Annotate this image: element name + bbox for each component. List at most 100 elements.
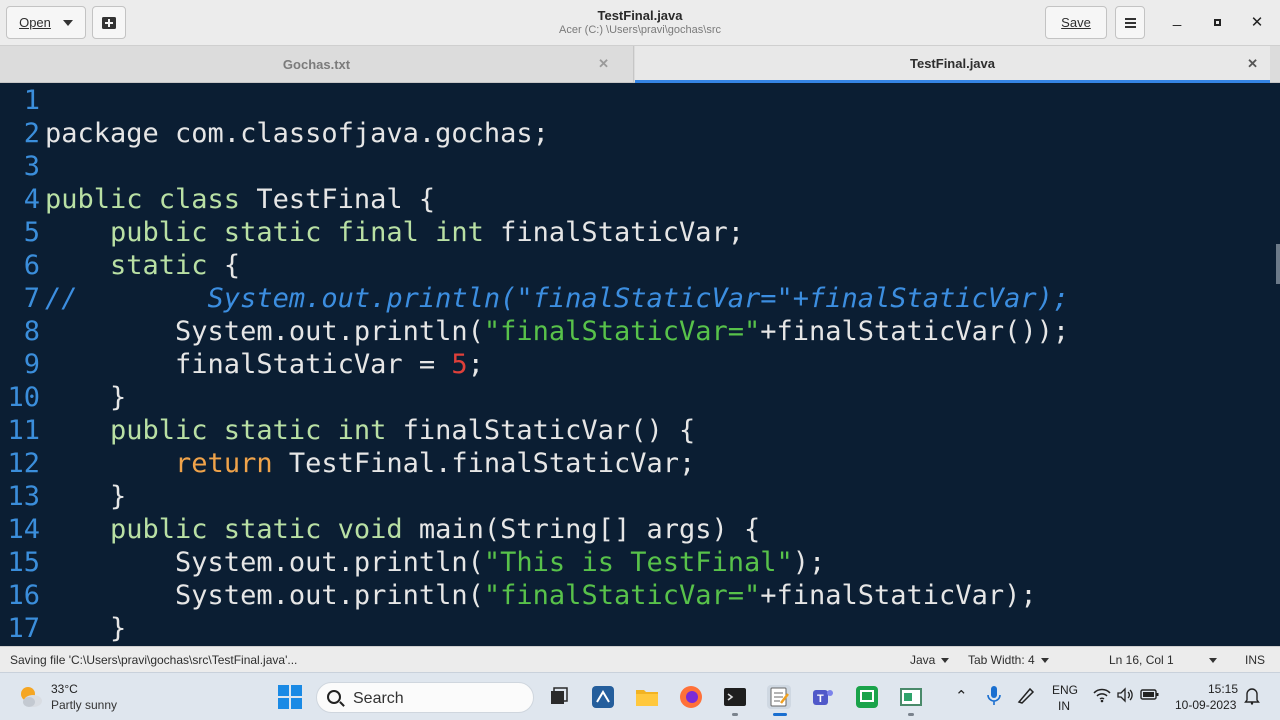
weather-description: Partly sunny <box>51 698 118 712</box>
new-document-icon <box>102 16 116 29</box>
code-token: public static int <box>45 415 403 446</box>
code-token: { <box>223 250 241 281</box>
line-number: 2 <box>23 118 40 149</box>
code-line[interactable]: 11 public static int finalStaticVar() { <box>0 414 1280 447</box>
code-token: } <box>45 481 127 512</box>
code-text: package com.classofjava.gochas; <box>45 117 549 150</box>
taskbar-search[interactable]: Search <box>316 682 534 713</box>
code-line[interactable]: 13 } <box>0 480 1280 513</box>
insert-mode-indicator: INS <box>1245 653 1266 667</box>
close-tab-icon[interactable]: ✕ <box>598 56 609 72</box>
code-token: finalStaticVar = <box>45 349 452 380</box>
line-number: 6 <box>23 250 40 281</box>
chevron-down-icon <box>1040 658 1049 664</box>
microphone-icon[interactable] <box>985 685 1009 709</box>
volume-icon[interactable] <box>1116 687 1134 707</box>
code-line[interactable]: 8 System.out.println("finalStaticVar="+f… <box>0 315 1280 348</box>
pen-icon[interactable] <box>1016 685 1040 709</box>
chevron-down-icon[interactable] <box>1209 658 1217 663</box>
main-menu-button[interactable] <box>1115 6 1145 39</box>
tab-width-selector[interactable]: Tab Width: 4 <box>968 653 1049 667</box>
code-token: } <box>45 382 127 413</box>
text-editor-icon[interactable] <box>767 685 791 709</box>
input-language-line1[interactable]: ENG <box>1052 683 1078 697</box>
code-text: static { <box>45 249 240 282</box>
code-text: finalStaticVar = 5; <box>45 348 484 381</box>
battery-icon[interactable] <box>1140 687 1160 705</box>
maximize-button[interactable] <box>1207 13 1227 30</box>
file-explorer-icon[interactable] <box>635 685 659 709</box>
running-indicator <box>908 713 914 716</box>
screen-share-icon[interactable] <box>855 685 879 709</box>
code-line[interactable]: 5 public static final int finalStaticVar… <box>0 216 1280 249</box>
code-line[interactable]: 15 System.out.println("This is TestFinal… <box>0 546 1280 579</box>
active-app-indicator <box>773 713 787 716</box>
code-text: } <box>45 612 126 645</box>
code-line[interactable]: 9 finalStaticVar = 5; <box>0 348 1280 381</box>
code-line[interactable]: 17 } <box>0 612 1280 645</box>
start-button[interactable] <box>278 685 302 709</box>
code-line[interactable]: 12 return TestFinal.finalStaticVar; <box>0 447 1280 480</box>
save-button[interactable]: Save <box>1045 6 1107 39</box>
code-line[interactable]: 16 System.out.println("finalStaticVar="+… <box>0 579 1280 612</box>
line-number: 10 <box>7 382 40 413</box>
open-button[interactable]: Open <box>6 6 86 39</box>
window-subtitle: Acer (C:) \Users\pravi\gochas\src <box>559 24 721 36</box>
partly-sunny-icon <box>21 687 42 707</box>
tab-label: TestFinal.java <box>909 55 995 71</box>
code-line[interactable]: 2 package com.classofjava.gochas; <box>0 117 1280 150</box>
minimize-button[interactable]: _ <box>1167 10 1187 27</box>
code-token: System.out.println( <box>45 547 484 578</box>
app-window-icon[interactable] <box>899 685 923 709</box>
status-message: Saving file 'C:\Users\pravi\gochas\src\T… <box>10 653 298 667</box>
code-line[interactable]: 1 <box>0 84 1280 117</box>
code-line[interactable]: 6 static { <box>0 249 1280 282</box>
language-selector[interactable]: Java <box>910 653 950 667</box>
code-token: package com.classofjava.gochas; <box>45 118 549 149</box>
code-token: public class <box>45 184 257 215</box>
firefox-icon[interactable] <box>679 685 703 709</box>
tab-gochas-txt[interactable]: Gochas.txt ✕ <box>0 46 634 83</box>
devtools-app-icon[interactable] <box>591 685 615 709</box>
show-hidden-icons-icon[interactable]: ⌃ <box>955 687 968 705</box>
line-number: 12 <box>7 448 40 479</box>
code-line[interactable]: 7// System.out.println("finalStaticVar="… <box>0 282 1280 315</box>
line-number: 11 <box>7 415 40 446</box>
code-text: public class TestFinal { <box>45 183 435 216</box>
code-token: +finalStaticVar); <box>760 580 1037 611</box>
task-view-icon[interactable] <box>546 685 570 709</box>
cursor-position[interactable]: Ln 16, Col 1 <box>1109 653 1174 667</box>
close-tab-icon[interactable]: ✕ <box>1247 56 1258 72</box>
input-language-line2[interactable]: IN <box>1058 699 1070 713</box>
code-line[interactable]: 10 } <box>0 381 1280 414</box>
code-line[interactable]: 14 public static void main(String[] args… <box>0 513 1280 546</box>
code-text: } <box>45 480 126 513</box>
terminal-icon[interactable] <box>723 685 747 709</box>
windows-logo-square <box>278 698 289 709</box>
code-text: public static void main(String[] args) { <box>45 513 760 546</box>
code-token: public static void <box>45 514 419 545</box>
line-number: 7 <box>23 283 40 314</box>
new-document-button[interactable] <box>92 6 126 39</box>
line-number: 8 <box>23 316 40 347</box>
clock-time[interactable]: 15:15 <box>1208 682 1238 696</box>
code-text: public static final int finalStaticVar; <box>45 216 744 249</box>
code-token: System.out.println( <box>45 316 484 347</box>
code-token: finalStaticVar() { <box>402 415 696 446</box>
teams-icon[interactable]: T <box>811 685 835 709</box>
code-line[interactable]: 3 <box>0 150 1280 183</box>
line-number: 17 <box>7 613 40 644</box>
clock-date[interactable]: 10-09-2023 <box>1175 698 1236 712</box>
notifications-icon[interactable] <box>1244 687 1260 709</box>
close-window-button[interactable]: ✕ <box>1247 13 1267 31</box>
line-number: 4 <box>23 184 40 215</box>
header-bar: Open TestFinal.java Acer (C:) \Users\pra… <box>0 0 1280 46</box>
code-token: return <box>175 448 289 479</box>
code-line[interactable]: 4 public class TestFinal { <box>0 183 1280 216</box>
tab-testfinal-java[interactable]: TestFinal.java ✕ <box>635 46 1270 83</box>
windows-logo-square <box>291 698 302 709</box>
code-editor[interactable]: 1 2 package com.classofjava.gochas; 3 4 publi… <box>0 84 1280 646</box>
wifi-icon[interactable] <box>1093 687 1111 707</box>
weather-widget[interactable] <box>18 684 44 710</box>
